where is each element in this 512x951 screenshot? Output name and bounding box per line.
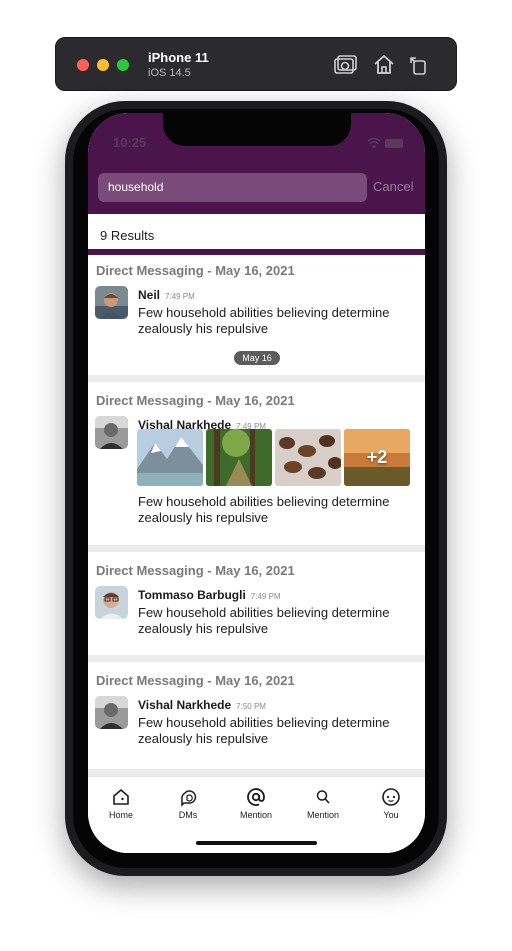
image-thumbnail-forest[interactable] bbox=[206, 429, 272, 486]
os-version: iOS 14.5 bbox=[148, 67, 191, 79]
home-indicator[interactable] bbox=[196, 841, 317, 845]
results-list[interactable]: Direct Messaging - May 16, 2021 Neil 7:49… bbox=[88, 261, 425, 776]
image-thumbnail-mountains[interactable] bbox=[137, 429, 203, 486]
dms-icon bbox=[181, 790, 197, 807]
simulator-title-bar: iPhone 11 iOS 14.5 bbox=[55, 37, 457, 91]
close-window-button[interactable] bbox=[77, 59, 89, 71]
home-icon bbox=[113, 789, 129, 805]
phone-screen: 10:25 household Cancel 9 Results Direct … bbox=[88, 113, 425, 853]
message-author: Neil 7:49 PM bbox=[138, 288, 195, 302]
result-context: Direct Messaging - May 16, 2021 bbox=[96, 263, 295, 278]
message-text: Few household abilities believing determ… bbox=[138, 715, 390, 746]
message-text: Few household abilities believing determ… bbox=[138, 305, 390, 336]
result-context: Direct Messaging - May 16, 2021 bbox=[96, 393, 295, 408]
search-input[interactable]: household bbox=[98, 173, 367, 202]
tab-label: Mention bbox=[239, 810, 273, 820]
message-time: 7:49 PM bbox=[165, 292, 195, 301]
home-icon[interactable] bbox=[372, 53, 396, 77]
tab-label: DMs bbox=[178, 810, 198, 820]
message-time: 7:50 PM bbox=[236, 702, 266, 711]
image-thumbnail-more[interactable]: +2 bbox=[344, 429, 410, 486]
rotate-icon[interactable] bbox=[407, 53, 431, 77]
avatar bbox=[95, 286, 128, 319]
results-bar: 9 Results bbox=[88, 214, 425, 255]
avatar bbox=[95, 416, 128, 449]
message-text: Few household abilities believing determ… bbox=[138, 494, 390, 525]
tab-you[interactable]: You bbox=[361, 787, 421, 820]
avatar bbox=[95, 586, 128, 619]
message-time: 7:49 PM bbox=[250, 592, 281, 601]
tab-label: Home bbox=[108, 810, 133, 820]
image-attachments: +2 bbox=[137, 429, 413, 486]
tab-label: Mention bbox=[306, 810, 340, 820]
tab-home[interactable]: Home bbox=[91, 787, 151, 820]
result-item[interactable]: Direct Messaging - May 16, 2021 Vishal N… bbox=[88, 662, 425, 776]
tab-mentions[interactable]: Mention bbox=[226, 787, 286, 820]
image-thumbnail-coffee[interactable] bbox=[275, 429, 341, 486]
result-context: Direct Messaging - May 16, 2021 bbox=[96, 673, 295, 688]
tab-search[interactable]: Mention bbox=[293, 787, 353, 820]
result-separator bbox=[88, 769, 425, 776]
status-time: 10:25 bbox=[113, 135, 147, 150]
result-separator bbox=[88, 655, 425, 662]
message-text: Few household abilities believing determ… bbox=[138, 605, 390, 636]
screenshot-icon[interactable] bbox=[333, 53, 357, 77]
message-author: Tommaso Barbugli 7:49 PM bbox=[138, 588, 281, 602]
search-header: 10:25 household Cancel bbox=[88, 113, 425, 214]
minimize-window-button[interactable] bbox=[97, 59, 109, 71]
result-item[interactable]: Direct Messaging - May 16, 2021 Tommaso … bbox=[88, 552, 425, 655]
notch bbox=[163, 113, 351, 146]
result-separator bbox=[88, 375, 425, 382]
device-name: iPhone 11 bbox=[148, 50, 209, 65]
tab-dms[interactable]: DMs bbox=[158, 787, 218, 820]
tab-label: You bbox=[383, 810, 399, 820]
results-count: 9 Results bbox=[100, 228, 155, 243]
status-icons bbox=[367, 137, 403, 148]
result-separator bbox=[88, 545, 425, 552]
cancel-button[interactable]: Cancel bbox=[373, 179, 413, 194]
search-icon bbox=[316, 790, 330, 804]
zoom-window-button[interactable] bbox=[117, 59, 129, 71]
avatar bbox=[95, 696, 128, 729]
at-icon bbox=[247, 788, 265, 806]
date-pill: May 16 bbox=[234, 351, 280, 365]
message-author: Vishal Narkhede 7:50 PM bbox=[138, 698, 266, 712]
you-icon bbox=[382, 788, 400, 806]
more-images-count: +2 bbox=[366, 447, 388, 467]
result-context: Direct Messaging - May 16, 2021 bbox=[96, 563, 295, 578]
result-item[interactable]: Direct Messaging - May 16, 2021 Neil 7:49… bbox=[88, 261, 425, 375]
